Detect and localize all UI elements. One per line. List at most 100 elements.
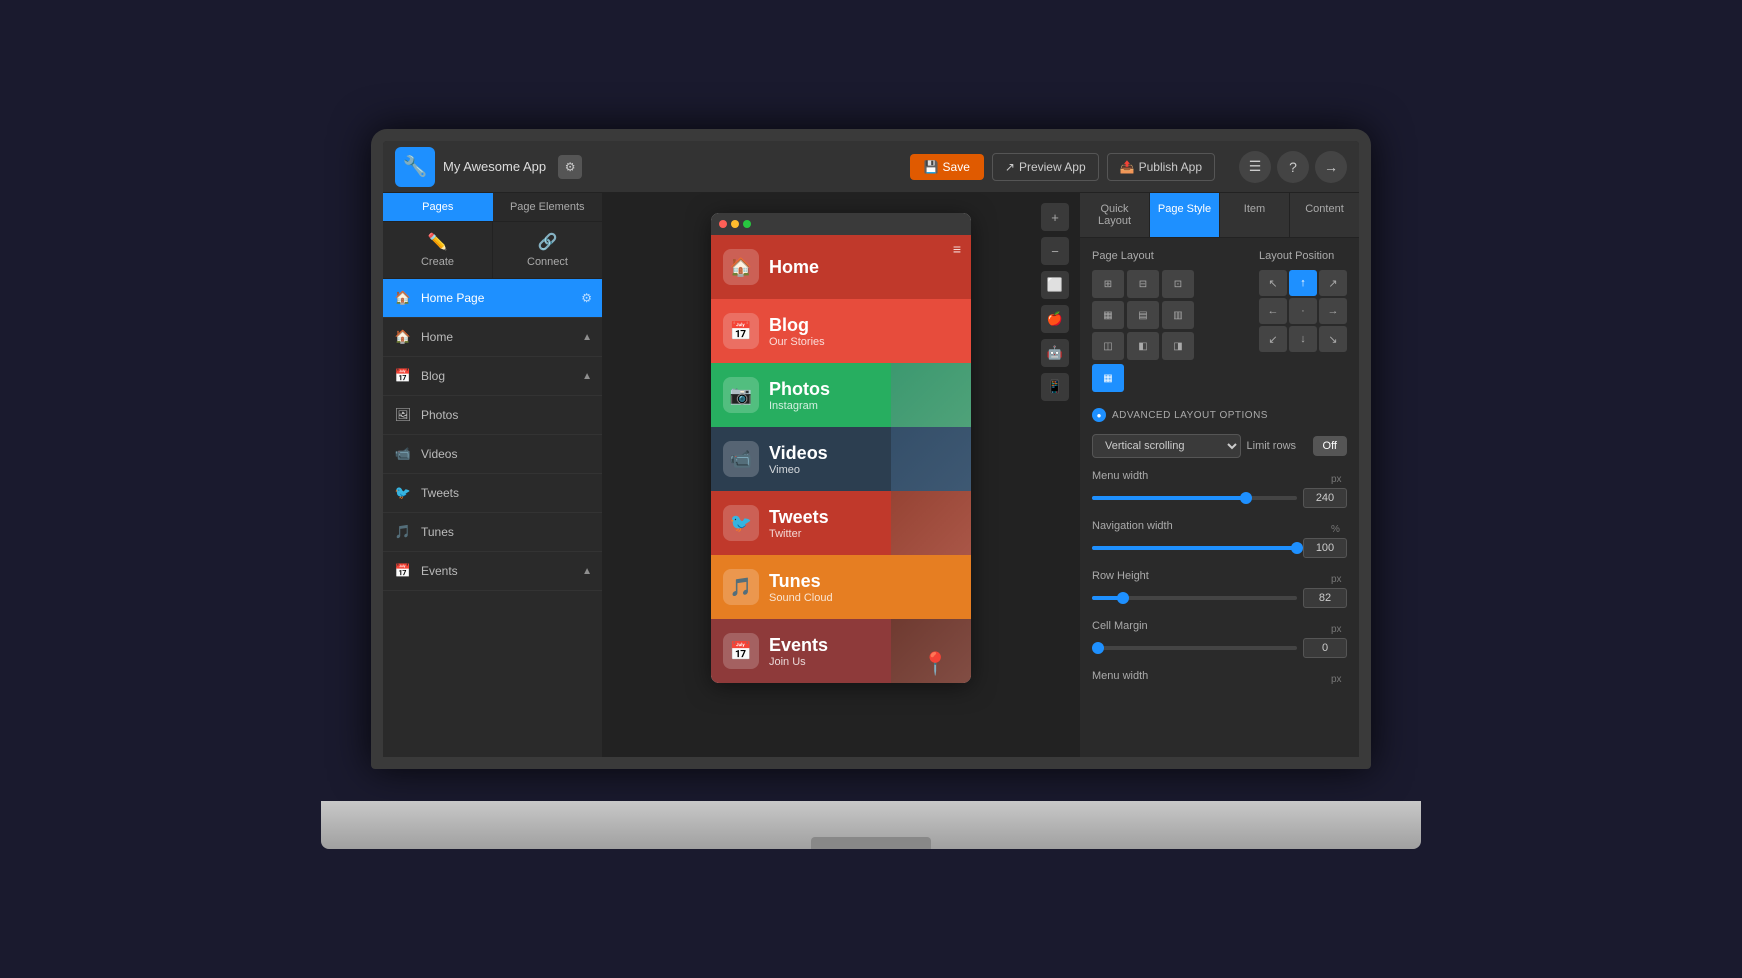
layout-section-row: Page Layout ⊞ ⊟ ⊡ ▦ ▤ ▥ ◫ (1092, 250, 1347, 392)
tab-page-elements[interactable]: Page Elements (493, 193, 603, 221)
layout-btn-9[interactable]: ◨ (1162, 332, 1194, 360)
advanced-toggle[interactable]: ● ADVANCED LAYOUT OPTIONS (1092, 408, 1347, 422)
sidebar-item-tunes[interactable]: 🎵 Tunes (383, 513, 602, 552)
sidebar-item-tweets[interactable]: 🐦 Tweets (383, 474, 602, 513)
layout-btn-1[interactable]: ⊞ (1092, 270, 1124, 298)
position-grid: ↖ ↑ ↗ ← · → ↙ ↓ ↘ (1259, 270, 1347, 352)
ios-preview-button[interactable]: 🍎 (1041, 305, 1069, 333)
toolbar-right-icons: ☰ ? → (1239, 151, 1347, 183)
sidebar-item-photos[interactable]: 🖼 Photos (383, 396, 602, 435)
layout-btn-2[interactable]: ⊟ (1127, 270, 1159, 298)
menu-width2-control: Menu width px (1092, 670, 1347, 688)
tweets-menu-icon: 🐦 (723, 505, 759, 541)
layout-btn-6[interactable]: ▥ (1162, 301, 1194, 329)
nav-width-track[interactable] (1092, 546, 1297, 550)
tab-page-style[interactable]: Page Style (1150, 193, 1220, 237)
row-height-track[interactable] (1092, 596, 1297, 600)
tab-quick-layout[interactable]: Quick Layout (1080, 193, 1150, 237)
layout-btn-7[interactable]: ◫ (1092, 332, 1124, 360)
action-connect[interactable]: 🔗 Connect (493, 222, 602, 278)
menu-width-thumb[interactable] (1240, 492, 1252, 504)
settings-icon[interactable]: ⚙ (581, 291, 592, 305)
layout-btn-4[interactable]: ▦ (1092, 301, 1124, 329)
blog-menu-icon: 📅 (723, 313, 759, 349)
menu-width-input[interactable] (1303, 488, 1347, 508)
nav-width-unit: % (1331, 524, 1347, 535)
publish-button[interactable]: 📤 Publish App (1107, 153, 1215, 181)
sidebar-active-page[interactable]: 🏠 Home Page ⚙ (383, 279, 602, 318)
pos-btn-mr[interactable]: → (1319, 298, 1347, 324)
cell-margin-unit: px (1331, 624, 1347, 635)
layout-btn-3[interactable]: ⊡ (1162, 270, 1194, 298)
mobile-icon: 📱 (1047, 379, 1063, 395)
nav-width-slider (1092, 538, 1347, 558)
layout-btn-active[interactable]: ▦ (1092, 364, 1124, 392)
layout-btn-8[interactable]: ◧ (1127, 332, 1159, 360)
logout-icon-button[interactable]: → (1315, 151, 1347, 183)
tab-pages[interactable]: Pages (383, 193, 493, 221)
cell-margin-thumb[interactable] (1092, 642, 1104, 654)
pos-btn-tl[interactable]: ↖ (1259, 270, 1287, 296)
tab-content[interactable]: Content (1290, 193, 1359, 237)
nav-width-input[interactable] (1303, 538, 1347, 558)
sidebar-item-events[interactable]: 📅 Events ▲ (383, 552, 602, 591)
pos-btn-mc[interactable]: · (1289, 298, 1317, 324)
mobile-preview-button[interactable]: 📱 (1041, 373, 1069, 401)
videos-menu-icon: 📹 (723, 441, 759, 477)
fit-screen-button[interactable]: ⬜ (1041, 271, 1069, 299)
menu-width-track[interactable] (1092, 496, 1297, 500)
fit-screen-icon: ⬜ (1047, 277, 1063, 293)
tab-item[interactable]: Item (1220, 193, 1290, 237)
tunes-menu-icon: 🎵 (723, 569, 759, 605)
pos-btn-tc[interactable]: ↑ (1289, 270, 1317, 296)
preview-button[interactable]: ↗ Preview App (992, 153, 1099, 181)
scroll-direction-select[interactable]: Vertical scrolling Horizontal scrolling (1092, 434, 1241, 458)
sidebar-item-blog[interactable]: 📅 Blog ▲ (383, 357, 602, 396)
zoom-in-button[interactable]: + (1041, 203, 1069, 231)
nav-width-thumb[interactable] (1291, 542, 1303, 554)
pos-btn-tr[interactable]: ↗ (1319, 270, 1347, 296)
pos-btn-bl[interactable]: ↙ (1259, 326, 1287, 352)
row-height-input[interactable] (1303, 588, 1347, 608)
connect-icon: 🔗 (538, 232, 558, 252)
sidebar-item-videos[interactable]: 📹 Videos (383, 435, 602, 474)
list-icon-button[interactable]: ☰ (1239, 151, 1271, 183)
pos-btn-br[interactable]: ↘ (1319, 326, 1347, 352)
cell-margin-label: Cell Margin (1092, 620, 1148, 632)
sidebar-items-list: 🏠 Home ▲ 📅 Blog ▲ 🖼 Photos (383, 318, 602, 757)
zoom-out-button[interactable]: − (1041, 237, 1069, 265)
laptop-wrapper: 🔧 My Awesome App ⚙ 💾 Save ↗ Preview App … (321, 129, 1421, 849)
pos-btn-bc[interactable]: ↓ (1289, 326, 1317, 352)
cell-margin-track[interactable] (1092, 646, 1297, 650)
zoom-out-icon: − (1051, 244, 1059, 259)
phone-item-photos: 📷 Photos Instagram (711, 363, 971, 427)
phone-item-events: 📅 Events Join Us 📍 (711, 619, 971, 683)
page-layout-grid: ⊞ ⊟ ⊡ ▦ ▤ ▥ ◫ ◧ ◨ (1092, 270, 1194, 360)
limit-rows-toggle[interactable]: Off (1313, 436, 1347, 456)
app-ui: 🔧 My Awesome App ⚙ 💾 Save ↗ Preview App … (383, 141, 1359, 757)
location-icon: 📍 (922, 651, 949, 677)
gear-button[interactable]: ⚙ (558, 155, 582, 179)
tunes-icon: 🎵 (393, 522, 413, 542)
cell-margin-input[interactable] (1303, 638, 1347, 658)
nav-width-fill (1092, 546, 1297, 550)
row-height-control: Row Height px (1092, 570, 1347, 608)
app-logo: 🔧 (395, 147, 435, 187)
layout-btn-5[interactable]: ▤ (1127, 301, 1159, 329)
limit-rows-label: Limit rows (1247, 440, 1307, 452)
menu-width2-unit: px (1331, 674, 1347, 685)
logo-icon: 🔧 (403, 154, 428, 179)
home-page-icon: 🏠 (393, 288, 413, 308)
home-menu-icon: 🏠 (723, 249, 759, 285)
sidebar-item-home[interactable]: 🏠 Home ▲ (383, 318, 602, 357)
save-button[interactable]: 💾 Save (910, 154, 984, 180)
android-preview-button[interactable]: 🤖 (1041, 339, 1069, 367)
laptop-screen: 🔧 My Awesome App ⚙ 💾 Save ↗ Preview App … (371, 129, 1371, 769)
pos-btn-ml[interactable]: ← (1259, 298, 1287, 324)
action-create[interactable]: ✏️ Create (383, 222, 493, 278)
row-height-thumb[interactable] (1117, 592, 1129, 604)
advanced-dot: ● (1092, 408, 1106, 422)
right-panel: Quick Layout Page Style Item Content (1079, 193, 1359, 757)
home-icon: 🏠 (393, 327, 413, 347)
help-icon-button[interactable]: ? (1277, 151, 1309, 183)
